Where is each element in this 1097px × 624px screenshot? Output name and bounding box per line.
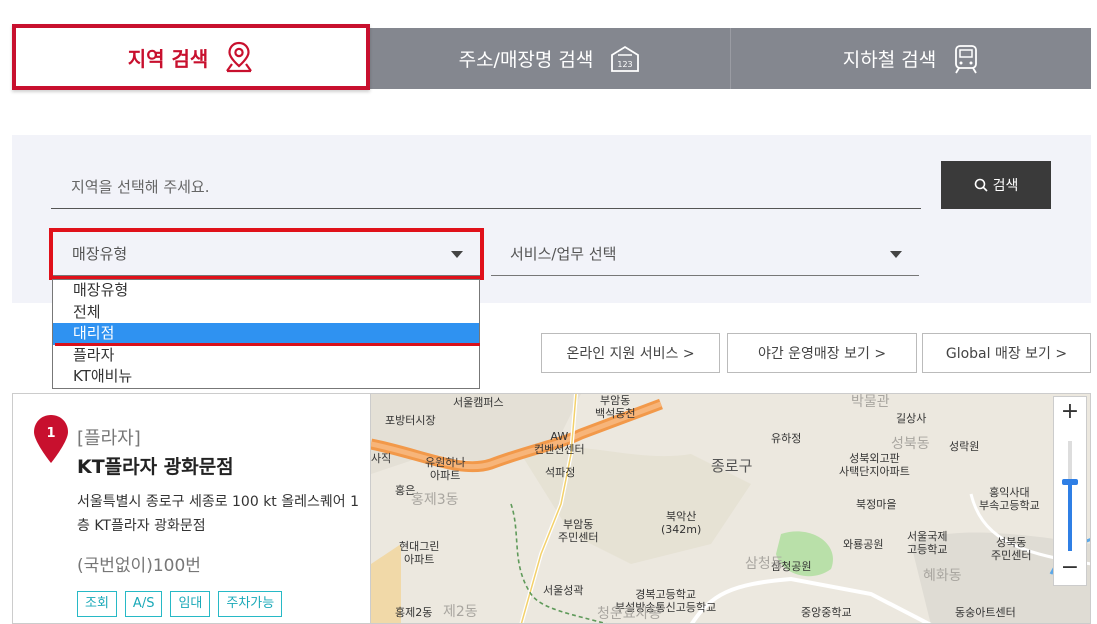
store-type-select[interactable]: 매장유형 (49, 228, 484, 280)
map-label: 성락원 (949, 440, 980, 453)
map-label: 현대그린 아파트 (399, 540, 440, 566)
map-label: 종로구 (711, 457, 753, 475)
map-label: 중앙중학교 (801, 606, 852, 619)
tab-subway-label: 지하철 검색 (842, 49, 937, 71)
tab-address-label: 주소/매장명 검색 (458, 49, 594, 71)
map-label: 삼청동 (745, 556, 784, 572)
map-label: 홍제2동 (395, 606, 433, 619)
tag-parking: 주차가능 (218, 591, 283, 617)
map-label: 유원하나 아파트 (425, 456, 466, 482)
global-stores-button[interactable]: Global 매장 보기 > (922, 333, 1091, 373)
store-name[interactable]: KT플라자 광화문점 (77, 452, 234, 479)
location-pin-icon (224, 40, 254, 74)
map-label: 혜화동 (923, 568, 962, 584)
map-label: 사직 (371, 452, 392, 465)
zoom-level-fill (1068, 485, 1072, 551)
dropdown-option-selected[interactable]: 대리점 (53, 323, 479, 345)
map-label: 서울성곽 (543, 584, 584, 597)
map-label: 성북외고판 사택단지아파트 (839, 452, 910, 478)
map-label: 북악산 (342m) (661, 510, 702, 536)
tab-subway-search[interactable]: 지하철 검색 (732, 28, 1091, 89)
building-number-icon: 123 (609, 44, 641, 74)
highlight-underline (55, 343, 480, 346)
map-label: 서울캠퍼스 (453, 396, 504, 409)
caret-down-icon (451, 251, 463, 258)
svg-text:123: 123 (618, 60, 633, 69)
service-tags: 조회 A/S 임대 주차가능 (77, 591, 283, 617)
map-label: 홍익사대 부속고등학교 (979, 486, 1040, 512)
map-label: 북정마을 (856, 498, 897, 511)
map-label: 부암동 주민센터 (558, 518, 599, 544)
caret-down-icon (890, 251, 902, 258)
dropdown-option[interactable]: KT애비뉴 (53, 366, 479, 388)
store-phone: (국번없이)100번 (77, 556, 201, 576)
map-label: 제2동 (443, 604, 478, 620)
search-button-label: 검색 (992, 178, 1019, 194)
search-icon (974, 178, 988, 192)
store-type-value: 매장유형 (72, 245, 128, 263)
result-pin-marker: 1 (33, 414, 69, 468)
dropdown-option[interactable]: 전체 (53, 302, 479, 324)
zoom-slider-handle[interactable] (1062, 479, 1078, 485)
subway-train-icon (952, 43, 980, 75)
night-stores-button[interactable]: 야간 운영매장 보기 > (727, 333, 917, 373)
dropdown-option[interactable]: 매장유형 (53, 280, 479, 302)
result-index: 1 (46, 426, 55, 441)
store-address: 서울특별시 종로구 세종로 100 kt 올레스퀘어 1층 KT플라자 광화문점 (77, 494, 360, 534)
zoom-out-button[interactable]: − (1054, 553, 1086, 585)
map-label: 박물관 (851, 394, 890, 410)
search-button[interactable]: 검색 (941, 161, 1051, 209)
map-label: 석파정 (545, 466, 576, 479)
region-search-input[interactable] (51, 165, 921, 209)
service-value: 서비스/업무 선택 (510, 245, 617, 263)
map-label: 부암동 백석동천 (595, 394, 636, 420)
map-label: 성북동 주민센터 (991, 536, 1032, 562)
store-type-label: [플라자] (77, 428, 141, 449)
store-result-card[interactable]: 1 [플라자] KT플라자 광화문점 서울특별시 종로구 세종로 100 kt … (12, 393, 370, 624)
tab-address-search[interactable]: 주소/매장명 검색 123 (370, 28, 731, 89)
search-tabs: 지역 검색 주소/매장명 검색 123 지하철 검색 (12, 24, 1091, 90)
map-label: AW 컨벤션센터 (534, 430, 585, 456)
tab-region-label: 지역 검색 (127, 46, 209, 71)
tag-as: A/S (124, 591, 163, 617)
map-label: 유하정 (771, 432, 802, 445)
search-panel: 검색 매장유형 서비스/업무 선택 (12, 135, 1091, 303)
map-label: 와룡공원 (843, 538, 884, 551)
tag-inquiry: 조회 (77, 591, 117, 617)
map-label: 포방터시장 (385, 414, 436, 427)
tab-region-search[interactable]: 지역 검색 (12, 24, 370, 90)
tag-rental: 임대 (170, 591, 211, 617)
map-label: 동숭아트센터 (955, 606, 1016, 619)
map-zoom-control: + − (1053, 396, 1087, 586)
store-map[interactable]: 서울캠퍼스 부암동 백석동천 포방터시장 AW 컨벤션센터 유원하나 아파트 석파정 … (370, 393, 1091, 624)
map-label: 길상사 (896, 412, 927, 425)
zoom-in-button[interactable]: + (1054, 397, 1086, 429)
service-select[interactable]: 서비스/업무 선택 (491, 232, 919, 276)
map-label: 청운효자동 (597, 606, 662, 622)
dropdown-option[interactable]: 플라자 (53, 345, 479, 367)
map-label: 서울국제 고등학교 (907, 530, 948, 556)
store-type-dropdown: 매장유형 전체 대리점 플라자 KT애비뉴 (52, 279, 480, 389)
map-label: 성북동 (891, 436, 930, 452)
online-support-button[interactable]: 온라인 지원 서비스 > (541, 333, 720, 373)
map-label: 홍제3동 (411, 492, 459, 508)
